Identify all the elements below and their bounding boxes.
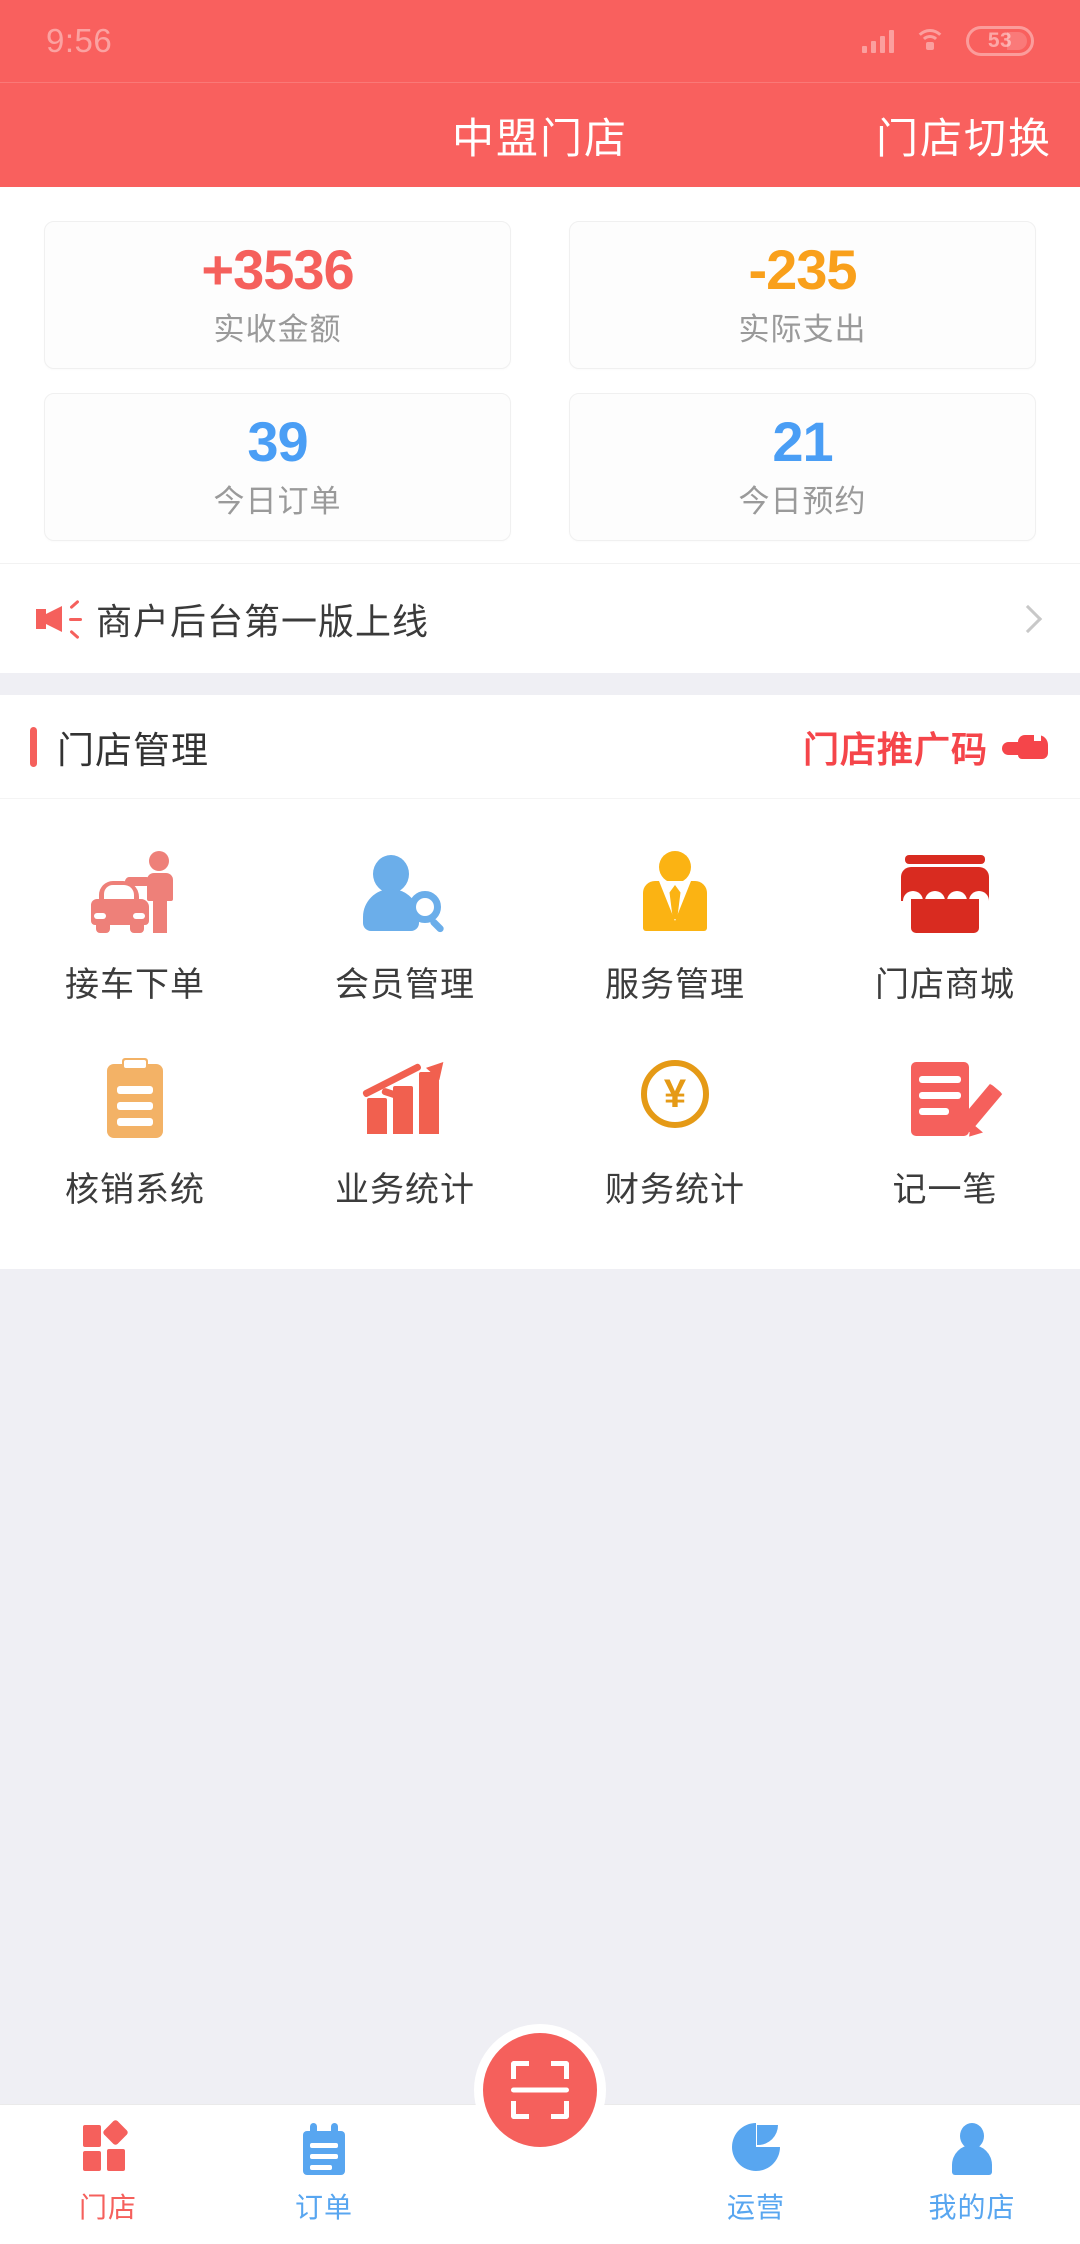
battery-level: 53 (987, 29, 1013, 52)
stat-label: 今日订单 (213, 483, 342, 519)
status-bar: 9:56 53 (0, 0, 1080, 82)
note-pencil-icon (899, 1054, 1005, 1142)
megaphone-icon (36, 598, 82, 640)
panel-header: 门店管理 门店推广码 (0, 695, 1080, 799)
module-label: 门店商城 (875, 966, 1015, 1004)
module-member-management[interactable]: 会员管理 (270, 823, 540, 1028)
section-title: 门店管理 (57, 729, 209, 771)
status-indicators: 53 (862, 26, 1034, 56)
tab-label: 我的店 (928, 2192, 1016, 2223)
stat-card-revenue[interactable]: +3536 实收金额 (44, 221, 511, 369)
chevron-right-icon (1013, 604, 1043, 633)
app-screen: 9:56 53 中盟门店 门店切换 +3536 实收金额 -235 实际支出 3… (0, 0, 1080, 2244)
module-car-order[interactable]: 接车下单 (0, 823, 270, 1028)
stat-label: 实际支出 (738, 311, 867, 347)
header-bar: 中盟门店 门店切换 (0, 82, 1080, 187)
tab-label: 订单 (294, 2192, 353, 2223)
stat-card-expense[interactable]: -235 实际支出 (569, 221, 1036, 369)
tab-store[interactable]: 门店 (0, 2105, 216, 2226)
module-quick-note[interactable]: 记一笔 (810, 1028, 1080, 1233)
section-divider (0, 673, 1080, 695)
module-label: 核销系统 (65, 1171, 205, 1209)
tab-label: 运营 (726, 2192, 785, 2223)
module-verification-system[interactable]: 核销系统 (0, 1028, 270, 1233)
accent-bar (30, 726, 37, 767)
scan-qr-icon (511, 2061, 569, 2119)
scan-button[interactable] (483, 2033, 597, 2147)
tab-my-store[interactable]: 我的店 (864, 2105, 1080, 2226)
store-icon (81, 2119, 135, 2175)
store-management-panel: 门店管理 门店推广码 接车下单 会员管理 服务管理 门店商城 核销系统 业务统计… (0, 695, 1080, 1269)
signal-bars-icon (862, 29, 894, 53)
module-label: 业务统计 (335, 1171, 475, 1209)
user-icon (945, 2121, 999, 2175)
stats-grid: +3536 实收金额 -235 实际支出 39 今日订单 21 今日预约 (0, 187, 1080, 563)
module-label: 会员管理 (335, 966, 475, 1004)
hand-pointer-icon (1002, 730, 1048, 763)
announcement-bar[interactable]: 商户后台第一版上线 (0, 563, 1080, 673)
service-staff-icon (629, 849, 721, 935)
module-store-mall[interactable]: 门店商城 (810, 823, 1080, 1028)
stat-card-orders[interactable]: 39 今日订单 (44, 393, 511, 541)
stat-label: 实收金额 (213, 311, 342, 347)
stat-label: 今日预约 (738, 483, 867, 519)
module-service-management[interactable]: 服务管理 (540, 823, 810, 1028)
promo-code-button[interactable]: 门店推广码 (803, 721, 1048, 773)
module-business-stats[interactable]: 业务统计 (270, 1028, 540, 1233)
status-time: 9:56 (46, 22, 113, 59)
car-order-icon (89, 849, 181, 935)
growth-chart-icon (359, 1054, 451, 1140)
order-icon (297, 2121, 351, 2175)
battery-icon: 53 (966, 26, 1034, 56)
promo-code-label: 门店推广码 (802, 728, 988, 770)
tab-label: 门店 (78, 2192, 137, 2223)
pie-chart-icon (729, 2121, 783, 2175)
wifi-icon (914, 29, 946, 53)
module-finance-stats[interactable]: ¥ 财务统计 (540, 1028, 810, 1233)
module-label: 服务管理 (605, 966, 745, 1004)
scan-button-wrapper (474, 2024, 606, 2156)
switch-store-button[interactable]: 门店切换 (876, 105, 1052, 166)
tab-orders[interactable]: 订单 (216, 2105, 432, 2226)
module-label: 记一笔 (892, 1171, 998, 1209)
stat-value: +3536 (201, 237, 354, 301)
stat-value: 21 (772, 409, 833, 473)
module-label: 接车下单 (65, 966, 205, 1004)
stat-value: 39 (247, 409, 308, 473)
tab-operations[interactable]: 运营 (648, 2105, 864, 2226)
module-grid: 接车下单 会员管理 服务管理 门店商城 核销系统 业务统计 ¥ 财务统计 记一笔 (0, 799, 1080, 1233)
yen-coin-icon: ¥ (629, 1054, 721, 1140)
clipboard-icon (89, 1054, 181, 1140)
stat-card-appointments[interactable]: 21 今日预约 (569, 393, 1036, 541)
member-search-icon (359, 849, 451, 935)
storefront-icon (899, 849, 991, 935)
stat-value: -235 (748, 237, 857, 301)
module-label: 财务统计 (605, 1171, 745, 1209)
announcement-text: 商户后台第一版上线 (96, 600, 430, 642)
